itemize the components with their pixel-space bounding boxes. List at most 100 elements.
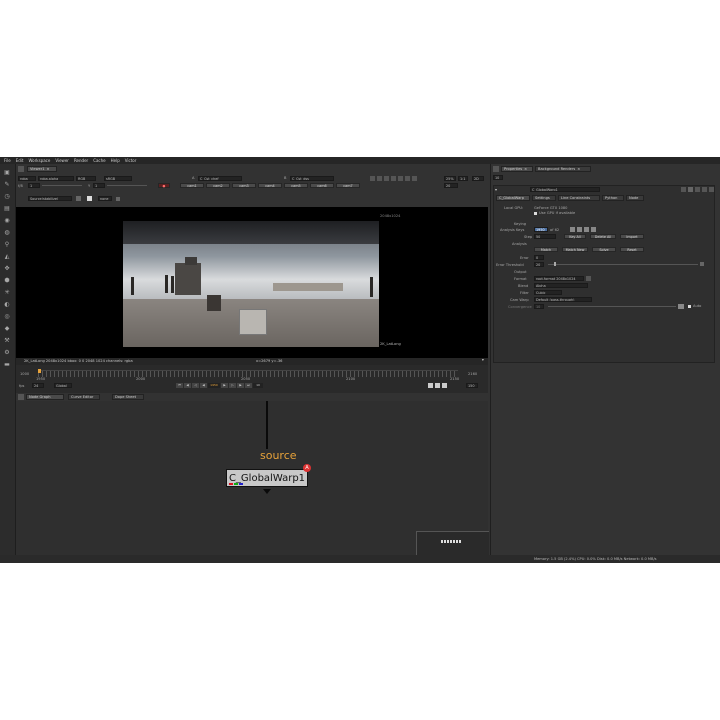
next-key-icon[interactable]: ▶ bbox=[237, 383, 244, 388]
convergence-animation-icon[interactable] bbox=[678, 304, 684, 309]
metadata-icon[interactable]: ◆ bbox=[3, 324, 11, 332]
navigator[interactable] bbox=[416, 531, 489, 556]
render-icon[interactable] bbox=[398, 176, 403, 181]
b-input-select[interactable]: C_Cst_dss bbox=[290, 176, 334, 181]
a-input-select[interactable]: C_Cst_chef bbox=[198, 176, 242, 181]
other-icon[interactable]: ⚙ bbox=[3, 348, 11, 356]
close-icon[interactable]: × bbox=[577, 167, 580, 171]
prev-key-icon[interactable] bbox=[570, 227, 575, 232]
match-new-button[interactable]: Match New bbox=[562, 247, 588, 252]
next-increment-icon[interactable]: ▷ bbox=[229, 383, 236, 388]
panel-menu-icon[interactable] bbox=[493, 166, 499, 172]
analysis-keys-field[interactable]: 1950 bbox=[534, 227, 548, 232]
auto-checkbox[interactable] bbox=[688, 305, 691, 308]
first-frame-icon[interactable]: ⏮ bbox=[176, 383, 183, 388]
play-forward-icon[interactable]: ▶ bbox=[221, 383, 228, 388]
tab-line-constraints[interactable]: Line Constraints bbox=[558, 195, 600, 201]
cam-button-1[interactable]: cam1 bbox=[180, 183, 204, 188]
menu-workspace[interactable]: Workspace bbox=[28, 158, 50, 163]
proxy-field[interactable]: 20 bbox=[444, 183, 458, 188]
overlay-icon[interactable] bbox=[391, 176, 396, 181]
gamma-slider[interactable] bbox=[107, 185, 147, 186]
cam-button-6[interactable]: cam6 bbox=[310, 183, 334, 188]
gamma-field[interactable]: 1 bbox=[93, 183, 105, 188]
mode-select[interactable]: 2D bbox=[472, 176, 484, 181]
filter-select[interactable]: Cubic bbox=[534, 290, 562, 295]
globalwarp-node[interactable]: C_GlobalWarp1 bbox=[226, 469, 308, 487]
tab-background-renders[interactable]: Background Renders × bbox=[535, 166, 591, 172]
cam-button-5[interactable]: cam5 bbox=[284, 183, 308, 188]
toolsets-icon[interactable]: ⚒ bbox=[3, 336, 11, 344]
deep-icon[interactable]: ◐ bbox=[3, 300, 11, 308]
pause-icon[interactable] bbox=[405, 176, 410, 181]
record-icon[interactable]: ● bbox=[158, 183, 170, 188]
merge-icon[interactable]: ◭ bbox=[3, 252, 11, 260]
solve-button[interactable]: Solve bbox=[592, 247, 616, 252]
last-frame-icon[interactable]: ⏭ bbox=[245, 383, 252, 388]
max-panels-field[interactable]: 10 bbox=[493, 175, 503, 180]
views-icon[interactable]: ◎ bbox=[3, 312, 11, 320]
channels-select[interactable]: rgba bbox=[18, 176, 36, 181]
layer-icon[interactable] bbox=[76, 196, 81, 201]
help-icon[interactable] bbox=[681, 187, 686, 192]
input-a-badge[interactable]: A bbox=[303, 464, 311, 472]
float-icon[interactable] bbox=[702, 187, 707, 192]
format-select[interactable]: root.format 2048x1024 bbox=[534, 276, 584, 281]
frame-field[interactable]: 1950 bbox=[208, 383, 220, 388]
reset-button[interactable]: Reset bbox=[620, 247, 644, 252]
error-threshold-slider[interactable] bbox=[548, 264, 698, 265]
revert-icon[interactable] bbox=[695, 187, 700, 192]
timeline-ruler[interactable] bbox=[38, 370, 458, 377]
color-select[interactable]: RGB bbox=[76, 176, 96, 181]
use-gpu-checkbox[interactable] bbox=[534, 212, 537, 215]
convergence-field[interactable]: 10 bbox=[534, 304, 544, 309]
match-button[interactable]: Match bbox=[534, 247, 558, 252]
zoom-select[interactable]: 25% bbox=[444, 176, 456, 181]
roi-icon[interactable] bbox=[370, 176, 375, 181]
prev-key-icon[interactable]: ◀ bbox=[184, 383, 191, 388]
blend-select[interactable]: Alpha bbox=[534, 283, 588, 288]
document-icon[interactable] bbox=[87, 196, 92, 201]
error-threshold-field[interactable]: 20 bbox=[534, 262, 544, 267]
format-options-icon[interactable] bbox=[586, 276, 591, 281]
loop-icon[interactable] bbox=[435, 383, 440, 388]
cam-button-4[interactable]: cam4 bbox=[258, 183, 282, 188]
panel-menu-icon[interactable] bbox=[18, 166, 24, 172]
audio-icon[interactable] bbox=[442, 383, 447, 388]
delete-key-icon[interactable] bbox=[584, 227, 589, 232]
convergence-slider[interactable] bbox=[548, 306, 676, 307]
fps-select[interactable]: 24 bbox=[32, 383, 44, 388]
filter-icon[interactable]: ◍ bbox=[3, 228, 11, 236]
node-graph[interactable]: source C_GlobalWarp1 A bbox=[16, 401, 489, 556]
step-field[interactable]: 10 bbox=[253, 383, 263, 388]
playhead[interactable] bbox=[38, 369, 41, 373]
tab-viewer1[interactable]: Viewer1 × bbox=[27, 166, 57, 172]
animation-icon[interactable] bbox=[700, 262, 704, 266]
collapse-icon[interactable]: ▾ bbox=[495, 187, 499, 192]
play-backward-icon[interactable]: ◀ bbox=[200, 383, 207, 388]
cam-warp-select[interactable]: Default (pass-through) bbox=[534, 297, 592, 302]
close-icon[interactable]: × bbox=[47, 167, 50, 171]
tab-node-graph[interactable]: Node Graph bbox=[26, 394, 64, 400]
menu-render[interactable]: Render bbox=[74, 158, 88, 163]
node-name-field[interactable]: C_GlobalWarp1 bbox=[530, 187, 600, 192]
gain-slider[interactable] bbox=[42, 185, 82, 186]
mode-none-select[interactable]: none bbox=[98, 196, 112, 201]
cam-button-2[interactable]: cam2 bbox=[206, 183, 230, 188]
alpha-select[interactable]: rgba.alpha bbox=[38, 176, 74, 181]
playback-range-select[interactable]: Global bbox=[54, 383, 72, 388]
range-end-field[interactable]: 150 bbox=[466, 383, 478, 388]
clip-icon[interactable] bbox=[377, 176, 382, 181]
prev-increment-icon[interactable]: ◁ bbox=[192, 383, 199, 388]
color-icon[interactable]: ◉ bbox=[3, 216, 11, 224]
color-swatch-icon[interactable] bbox=[688, 187, 693, 192]
close-panel-icon[interactable] bbox=[709, 187, 714, 192]
menu-help[interactable]: Help bbox=[111, 158, 120, 163]
cam-button-3[interactable]: cam3 bbox=[232, 183, 256, 188]
next-key-icon[interactable] bbox=[591, 227, 596, 232]
viewer-canvas[interactable]: 2048x1024 2K_LatLong bbox=[16, 207, 488, 374]
source-select[interactable]: Source(stabilize) bbox=[28, 196, 72, 201]
menu-file[interactable]: File bbox=[4, 158, 11, 163]
image-icon[interactable]: ▣ bbox=[3, 168, 11, 176]
menu-edit[interactable]: Edit bbox=[16, 158, 24, 163]
